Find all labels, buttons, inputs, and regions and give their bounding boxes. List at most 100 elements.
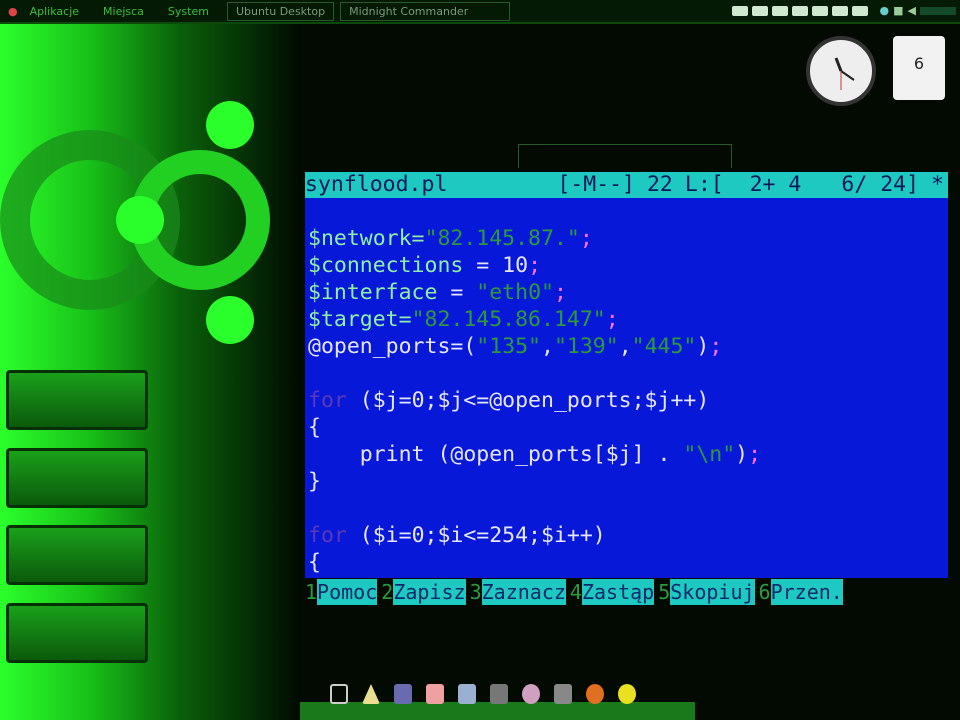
calendar-widget: 6 xyxy=(893,36,945,100)
code-token: ; xyxy=(553,280,567,305)
code-token: "82.145.87." xyxy=(424,226,580,251)
code-line: for ($i=0;$i<=254;$i++) xyxy=(308,522,948,549)
code-token: print (@open_ports[$j] . xyxy=(308,442,684,467)
code-line: { xyxy=(308,414,948,441)
code-token: ; xyxy=(528,253,542,278)
terminal-tabs xyxy=(305,144,945,168)
code-token: ; xyxy=(605,307,619,332)
workspace-3[interactable] xyxy=(771,5,788,16)
code-token: for xyxy=(308,388,347,413)
menu-places[interactable]: Miejsca xyxy=(91,5,156,18)
code-token: ) xyxy=(735,442,749,467)
workspace-7[interactable] xyxy=(851,5,868,16)
mail-launcher-icon[interactable] xyxy=(554,684,572,704)
fkey-number: 1 xyxy=(305,580,318,604)
workspace-2[interactable] xyxy=(751,5,768,16)
menu-applications[interactable]: Aplikacje xyxy=(18,5,91,18)
fkey-2-button[interactable]: 2 Zapisz xyxy=(381,579,466,605)
fkey-number: 5 xyxy=(658,580,671,604)
ubuntu-menu-icon[interactable]: ● xyxy=(8,5,18,18)
ubuntu-logo xyxy=(0,101,270,344)
editor-mode: [-M--] xyxy=(557,172,635,197)
code-token: ) xyxy=(696,334,710,359)
terminal-tab-1[interactable] xyxy=(305,144,518,168)
fkey-3-button[interactable]: 3 Zaznacz xyxy=(470,579,566,605)
system-tray: ● ■ ◀ xyxy=(731,4,960,17)
code-token: "\n" xyxy=(683,442,736,467)
system-info-widget xyxy=(6,603,148,663)
taskbar-midnight-commander[interactable]: Midnight Commander xyxy=(340,1,511,21)
settings-launcher-icon[interactable] xyxy=(394,684,412,704)
editor-filename: synflood.pl xyxy=(305,172,448,197)
fkey-4-button[interactable]: 4 Zastąp xyxy=(570,579,655,605)
cpu-monitor-widget xyxy=(6,448,148,508)
terminal-launcher-icon[interactable] xyxy=(330,684,348,704)
code-token: for xyxy=(308,523,347,548)
battery-icon[interactable]: ■ xyxy=(893,4,903,17)
code-area[interactable]: $network="82.145.87."; $connections = 10;… xyxy=(305,198,948,576)
fkey-1-button[interactable]: 1 Pomoc xyxy=(305,579,378,605)
code-token: ; xyxy=(579,226,593,251)
code-line: $connections = 10; xyxy=(308,252,948,279)
memory-monitor-widget xyxy=(6,370,148,430)
function-key-bar: 1 Pomoc 2 Zapisz 3 Zaznacz 4 Zastąp 5 Skopiuj 6 Pr… xyxy=(305,579,948,605)
code-token: { xyxy=(308,550,321,575)
panel-clock[interactable] xyxy=(920,6,956,15)
editor-column: 22 xyxy=(646,172,673,197)
code-token: = xyxy=(437,280,477,305)
fkey-number: 3 xyxy=(469,580,482,604)
workspace-5[interactable] xyxy=(811,5,828,16)
code-token: "139" xyxy=(553,334,619,359)
fkey-label: Skopiuj xyxy=(670,579,755,605)
files-launcher-icon[interactable] xyxy=(458,684,476,704)
code-line: $network="82.145.87."; xyxy=(308,225,948,252)
fkey-5-button[interactable]: 5 Skopiuj xyxy=(658,579,755,605)
fkey-label: Zaznacz xyxy=(481,579,566,605)
code-token: = 10 xyxy=(463,253,529,278)
code-token: "135" xyxy=(476,334,542,359)
code-token: { xyxy=(308,415,321,440)
terminal-tab-3[interactable] xyxy=(732,144,945,168)
analog-clock-widget xyxy=(806,36,876,106)
code-line: print (@open_ports[$j] . "\n"); xyxy=(308,441,948,468)
text-editor-launcher-icon[interactable] xyxy=(426,684,444,704)
volume-icon[interactable]: ◀ xyxy=(908,4,916,17)
mcedit-window[interactable]: synflood.pl [-M--] 22 L:[ 2+ 4 6/ 24] * … xyxy=(305,172,948,578)
code-line: for ($j=0;$j<=@open_ports;$j++) xyxy=(308,387,948,414)
monitor-launcher-icon[interactable] xyxy=(490,684,508,704)
code-token: $connections xyxy=(308,253,464,278)
code-line: { xyxy=(308,549,948,576)
code-line: $target="82.145.86.147"; xyxy=(308,306,948,333)
star-launcher-icon[interactable] xyxy=(618,684,636,704)
code-token: ($i=0;$i<=254;$i++) xyxy=(346,523,606,548)
fkey-6-button[interactable]: 6 Przen. xyxy=(759,579,843,605)
code-token: ; xyxy=(709,334,723,359)
editor-line: L:[ 2+ 4 xyxy=(684,172,802,197)
code-token: "445" xyxy=(631,334,697,359)
code-token: @open_ports=( xyxy=(308,334,477,359)
code-token: ($j=0;$j<=@open_ports;$j++) xyxy=(346,388,710,413)
fkey-label: Pomoc xyxy=(317,579,378,605)
fkey-number: 2 xyxy=(381,580,394,604)
menu-system[interactable]: System xyxy=(156,5,221,18)
workspace-1[interactable] xyxy=(731,5,748,16)
network-icon[interactable]: ● xyxy=(880,4,890,17)
code-token: , xyxy=(618,334,632,359)
fkey-label: Zapisz xyxy=(393,579,466,605)
workspace-6[interactable] xyxy=(831,5,848,16)
firefox-launcher-icon[interactable] xyxy=(586,684,604,704)
warning-launcher-icon[interactable] xyxy=(362,684,380,704)
code-token: ; xyxy=(748,442,762,467)
code-token: , xyxy=(541,334,554,359)
top-panel: ● Aplikacje Miejsca System Ubuntu Deskto… xyxy=(0,0,960,24)
workspace-4[interactable] xyxy=(791,5,808,16)
taskbar-ubuntu-desktop[interactable]: Ubuntu Desktop xyxy=(226,1,335,21)
terminal-tab-2[interactable] xyxy=(517,144,733,168)
media-launcher-icon[interactable] xyxy=(522,684,540,704)
editor-status-bar: synflood.pl [-M--] 22 L:[ 2+ 4 6/ 24] * xyxy=(305,172,948,198)
code-token: $network= xyxy=(308,226,425,251)
fkey-label: Przen. xyxy=(770,579,843,605)
calendar-day: 6 xyxy=(913,54,925,73)
code-token: "82.145.86.147" xyxy=(411,307,606,332)
